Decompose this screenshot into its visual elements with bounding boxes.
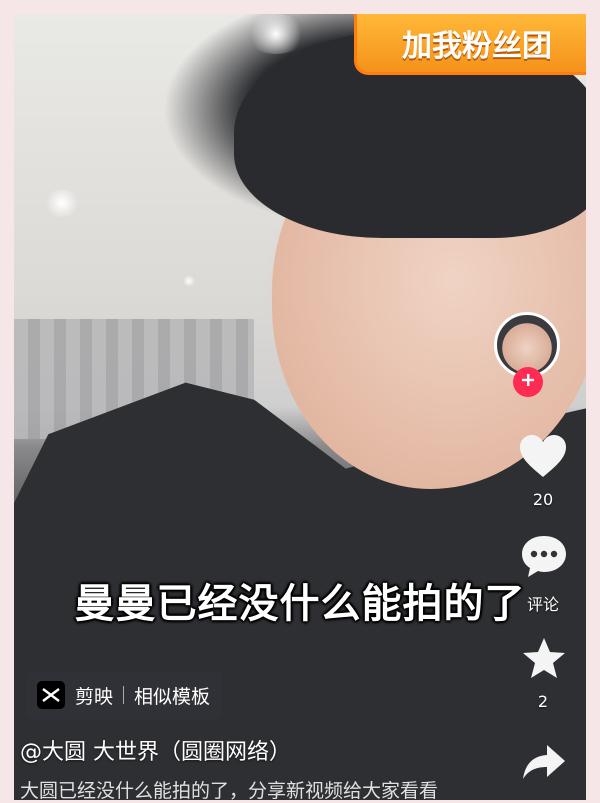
ceiling-light (182, 276, 196, 286)
share-button[interactable] (518, 742, 570, 786)
banner-text: 加我粉丝团 (402, 29, 552, 64)
like-button[interactable] (512, 432, 574, 484)
capcut-logo-icon (37, 681, 65, 709)
favorite-count: 2 (537, 692, 549, 711)
template-label: 相似模板 (134, 685, 211, 708)
comment-label: 评论 (526, 595, 559, 614)
like-count: 20 (532, 490, 554, 509)
favorite-button[interactable] (518, 636, 570, 684)
video-description[interactable]: 大圆已经没什么能拍的了，分享新视频给大家看看 (20, 776, 560, 803)
chip-divider (123, 686, 125, 704)
comment-button[interactable] (518, 534, 570, 582)
follow-button[interactable] (513, 367, 543, 397)
fan-club-banner[interactable]: 加我粉丝团 (354, 14, 586, 75)
ceiling-light (44, 189, 80, 217)
plus-icon (520, 372, 536, 392)
template-app-name: 剪映 (75, 685, 114, 708)
similar-template-chip[interactable]: 剪映 相似模板 (27, 671, 223, 719)
comment-bubble-icon (519, 533, 569, 583)
heart-icon (518, 433, 568, 483)
share-arrow-icon (521, 742, 567, 786)
author-name[interactable]: @大圆 大世界（圆圈网络） (20, 734, 291, 766)
ceiling-light (246, 14, 306, 54)
star-icon (521, 636, 567, 684)
